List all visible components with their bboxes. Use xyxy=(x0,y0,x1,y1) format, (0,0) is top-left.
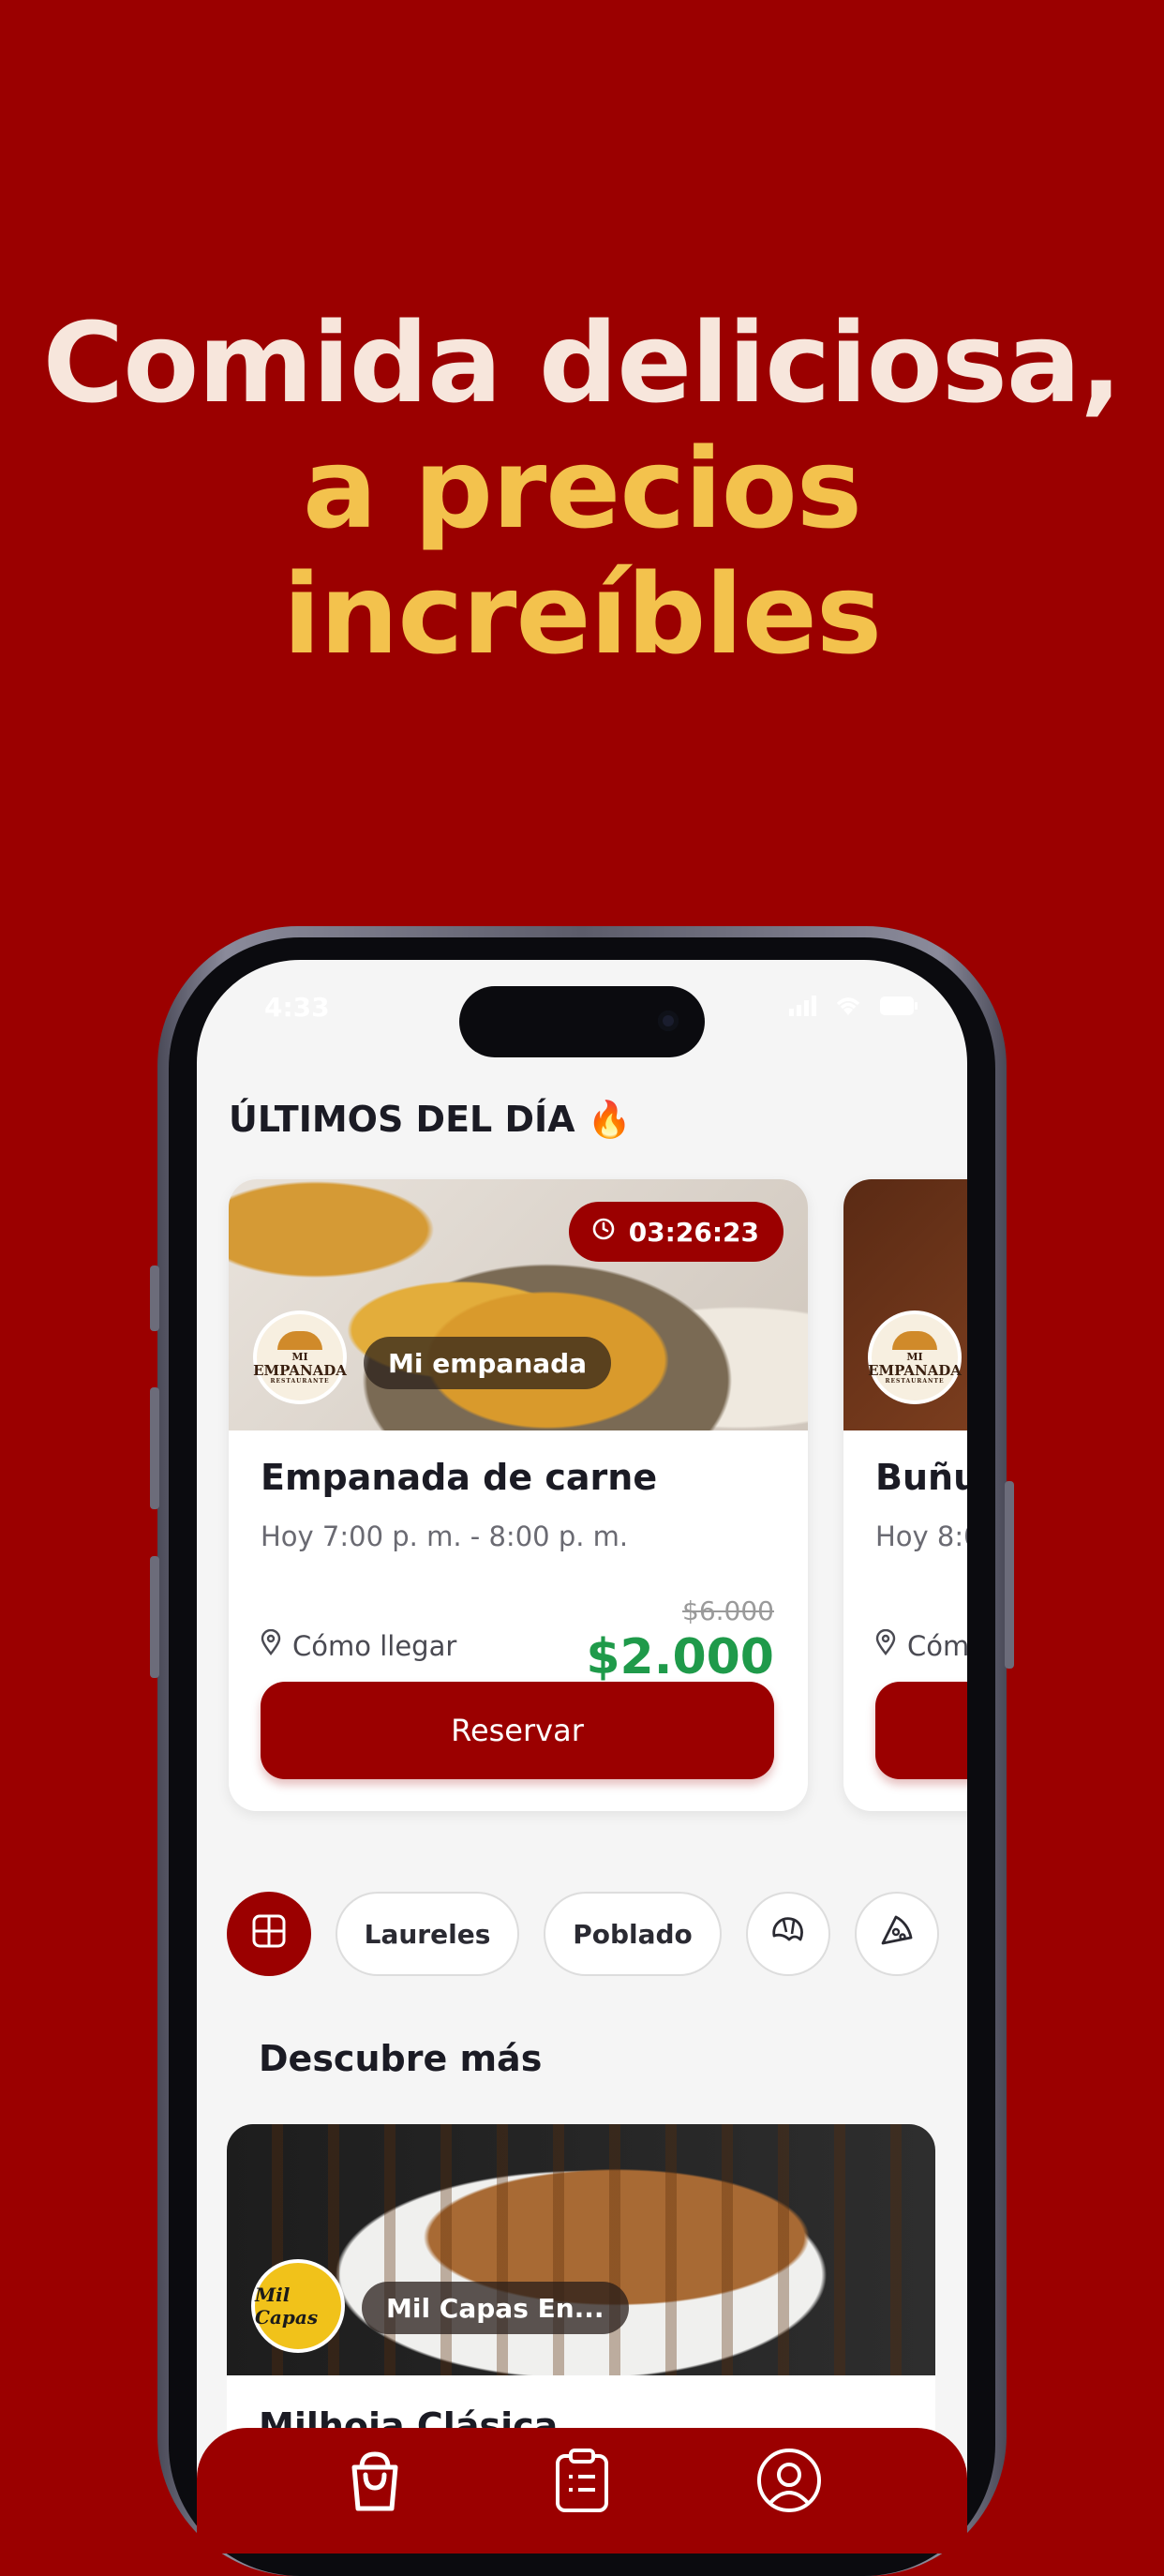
deal-hours: Hoy 7:00 p. m. - 8:00 p. m. xyxy=(261,1520,629,1552)
deal-title: Buñu xyxy=(875,1457,967,1498)
phone-volume-up xyxy=(150,1387,159,1509)
deal-hours: Hoy 8:0 xyxy=(875,1520,967,1552)
reserve-button[interactable] xyxy=(875,1682,967,1779)
filter-bakery[interactable] xyxy=(746,1892,830,1976)
store-logo[interactable]: MI EMPANADA RESTAURANTE xyxy=(253,1310,347,1404)
tab-shop[interactable] xyxy=(333,2428,417,2540)
directions-link[interactable]: Cóm xyxy=(875,1628,967,1662)
store-logo-line-1: MI xyxy=(906,1350,923,1363)
phone-volume-down xyxy=(150,1556,159,1678)
countdown-badge: 03:26:23 xyxy=(568,1202,783,1262)
filter-pizza[interactable] xyxy=(855,1892,939,1976)
store-logo-line-3: RESTAURANTE xyxy=(885,1377,945,1385)
status-time: 4:33 xyxy=(264,992,330,1023)
filter-laureles[interactable]: Laureles xyxy=(336,1892,519,1976)
headline-line-1: Comida deliciosa, xyxy=(42,298,1123,427)
tab-orders[interactable] xyxy=(540,2428,624,2540)
filter-bar: Laureles Poblado xyxy=(227,1892,939,1976)
dynamic-island xyxy=(459,986,705,1057)
tab-bar xyxy=(197,2428,967,2554)
headline: Comida deliciosa, a precios increíbles xyxy=(0,300,1164,677)
phone-power-button xyxy=(1005,1481,1014,1669)
store-logo-line-2: EMPANADA xyxy=(868,1361,962,1379)
countdown-value: 03:26:23 xyxy=(628,1216,759,1248)
deal-card[interactable]: 03:26:23 MI EMPANADA RESTAURANTE Mi empa… xyxy=(229,1179,808,1811)
pizza-icon xyxy=(877,1911,917,1957)
headline-line-3: increíbles xyxy=(282,549,882,679)
discover-title: Descubre más xyxy=(259,2038,543,2079)
shopping-bag-icon xyxy=(341,2447,409,2518)
discover-image xyxy=(227,2124,935,2375)
headline-line-2: a precios xyxy=(302,424,862,553)
battery-icon xyxy=(879,996,918,1020)
directions-label: Cómo llegar xyxy=(292,1629,457,1662)
clipboard-list-icon xyxy=(552,2447,612,2518)
store-name-chip[interactable]: Mil Capas En... xyxy=(362,2282,629,2334)
app-screen: 4:33 ÚLTIMOS DEL DÍA 🔥 03:26:23 MI EMPAN… xyxy=(197,960,967,2554)
location-pin-icon xyxy=(261,1628,281,1662)
store-name-chip[interactable]: Mi empanada xyxy=(364,1337,612,1389)
store-logo[interactable]: Mil Capas xyxy=(251,2259,345,2353)
directions-link[interactable]: Cómo llegar xyxy=(261,1628,457,1662)
deal-price: $2.000 xyxy=(586,1629,774,1685)
store-logo[interactable]: MI EMPANADA RESTAURANTE xyxy=(868,1310,962,1404)
reserve-button[interactable]: Reservar xyxy=(261,1682,774,1779)
grid-icon xyxy=(250,1912,288,1956)
signal-icon xyxy=(789,996,817,1020)
deal-card-next[interactable]: MI EMPANADA RESTAURANTE Buñu Hoy 8:0 Cóm xyxy=(843,1179,967,1811)
profile-icon xyxy=(755,2447,823,2518)
section-title: ÚLTIMOS DEL DÍA 🔥 xyxy=(229,1099,633,1140)
store-logo-line-2: EMPANADA xyxy=(253,1361,347,1379)
tab-profile[interactable] xyxy=(747,2428,831,2540)
directions-label: Cóm xyxy=(907,1629,967,1662)
original-price: $6.000 xyxy=(682,1595,774,1626)
filter-poblado[interactable]: Poblado xyxy=(544,1892,722,1976)
store-logo-line-3: RESTAURANTE xyxy=(270,1377,330,1385)
wifi-icon xyxy=(834,996,862,1020)
clock-icon xyxy=(591,1217,616,1248)
location-pin-icon xyxy=(875,1628,896,1662)
deal-title: Empanada de carne xyxy=(261,1457,658,1498)
phone-side-button xyxy=(150,1266,159,1331)
croissant-icon xyxy=(769,1911,808,1957)
filter-all[interactable] xyxy=(227,1892,311,1976)
store-logo-line-1: MI xyxy=(291,1350,308,1363)
status-icons xyxy=(789,996,918,1020)
